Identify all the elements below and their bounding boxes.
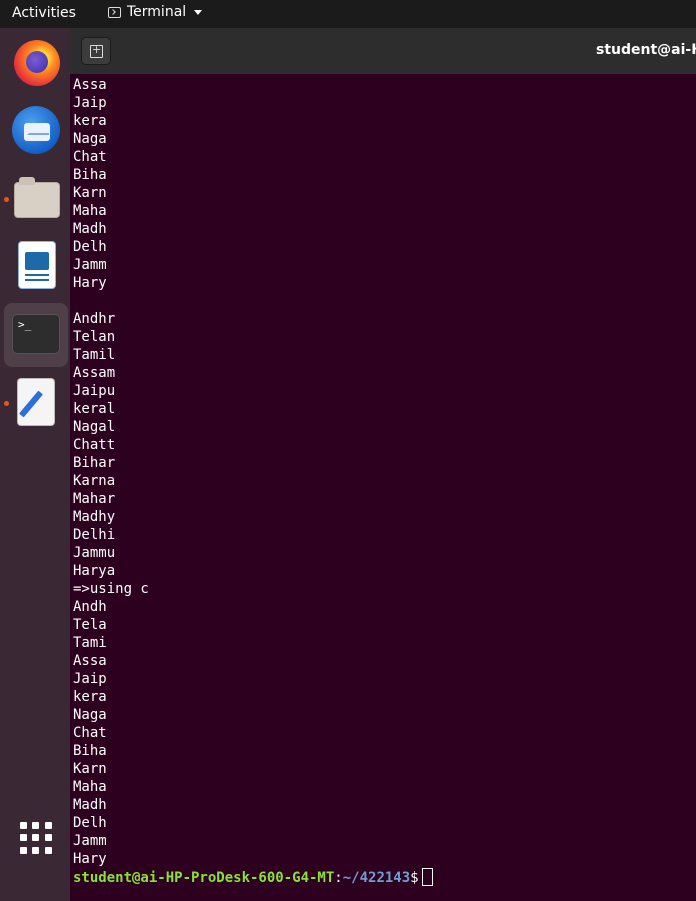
terminal-line: Jaipu xyxy=(73,383,116,399)
dock-item-files[interactable] xyxy=(4,166,68,230)
terminal-line: Maha xyxy=(73,779,107,795)
terminal-line: Tela xyxy=(73,617,107,633)
terminal-output[interactable]: Assa Jaip kera Naga Chat Biha Karn Maha Madh Delh… xyxy=(70,74,696,901)
prompt-user-host: student@ai-HP-ProDesk-600-G4-MT xyxy=(73,870,335,886)
terminal-line: Hary xyxy=(73,275,107,291)
terminal-line: Tamil xyxy=(73,347,116,363)
terminal-line: Jamm xyxy=(73,257,107,273)
dock-item-terminal[interactable]: >_ xyxy=(4,303,68,367)
dock-item-writer[interactable] xyxy=(4,234,68,298)
dock-item-firefox[interactable] xyxy=(4,30,68,94)
terminal-line: Tami xyxy=(73,635,107,651)
terminal-line: =>using c xyxy=(73,581,149,597)
dock-item-thunderbird[interactable] xyxy=(4,98,68,162)
terminal-mini-icon xyxy=(108,6,121,18)
terminal-line: Delh xyxy=(73,239,107,255)
terminal-line: Andhr xyxy=(73,311,116,327)
prompt-colon: : xyxy=(334,870,343,886)
terminal-line: Chatt xyxy=(73,437,116,453)
terminal-line: Harya xyxy=(73,563,116,579)
terminal-line: Assam xyxy=(73,365,116,381)
terminal-line: Karn xyxy=(73,761,107,777)
terminal-line: Biha xyxy=(73,167,107,183)
top-bar: Activities Terminal xyxy=(0,0,696,28)
terminal-line: Chat xyxy=(73,149,107,165)
terminal-line: Hary xyxy=(73,851,107,867)
dock: >_ xyxy=(0,28,70,901)
app-menu-label: Terminal xyxy=(127,4,187,20)
terminal-line: Jamm xyxy=(73,833,107,849)
terminal-header-bar: student@ai-H xyxy=(70,28,696,74)
terminal-line: Madh xyxy=(73,797,107,813)
terminal-line: Jaip xyxy=(73,671,107,687)
prompt-dollar: $ xyxy=(410,870,419,886)
terminal-line: Karna xyxy=(73,473,116,489)
thunderbird-icon xyxy=(12,106,60,154)
terminal-line: Delh xyxy=(73,815,107,831)
terminal-line: Assa xyxy=(73,653,107,669)
terminal-line: Mahar xyxy=(73,491,116,507)
app-menu[interactable]: Terminal xyxy=(108,4,203,20)
terminal-line: keral xyxy=(73,401,116,417)
terminal-icon: >_ xyxy=(13,315,59,353)
terminal-line: Bihar xyxy=(73,455,116,471)
caret-down-icon xyxy=(194,9,203,15)
writer-icon xyxy=(19,242,55,288)
terminal-line: Delhi xyxy=(73,527,116,543)
terminal-line: Naga xyxy=(73,707,107,723)
text-editor-icon xyxy=(18,379,54,425)
terminal-line: Telan xyxy=(73,329,116,345)
terminal-line: Jaip xyxy=(73,95,107,111)
terminal-line: Madh xyxy=(73,221,107,237)
terminal-line: kera xyxy=(73,113,107,129)
folder-icon xyxy=(14,177,60,218)
terminal-line: Chat xyxy=(73,725,107,741)
terminal-line: Madhy xyxy=(73,509,116,525)
terminal-line: Biha xyxy=(73,743,107,759)
shell-prompt: student@ai-HP-ProDesk-600-G4-MT:~/422143… xyxy=(73,868,433,887)
terminal-line: Assa xyxy=(73,77,107,93)
new-tab-button[interactable] xyxy=(81,37,111,65)
terminal-line: Andh xyxy=(73,599,107,615)
activities-button[interactable]: Activities xyxy=(12,5,76,21)
terminal-line: kera xyxy=(73,689,107,705)
terminal-line: Jammu xyxy=(73,545,116,561)
terminal-line: Naga xyxy=(73,131,107,147)
prompt-path: ~/422143 xyxy=(342,870,411,886)
terminal-line: Karn xyxy=(73,185,107,201)
text-cursor xyxy=(421,868,433,886)
window-title: student@ai-H xyxy=(596,42,696,58)
firefox-icon xyxy=(14,40,60,86)
show-applications-button[interactable] xyxy=(20,822,52,854)
dock-item-text-editor[interactable] xyxy=(4,371,68,435)
terminal-line: Nagal xyxy=(73,419,116,435)
terminal-lines: Assa Jaip kera Naga Chat Biha Karn Maha Madh Delh… xyxy=(73,76,149,868)
terminal-line: Maha xyxy=(73,203,107,219)
